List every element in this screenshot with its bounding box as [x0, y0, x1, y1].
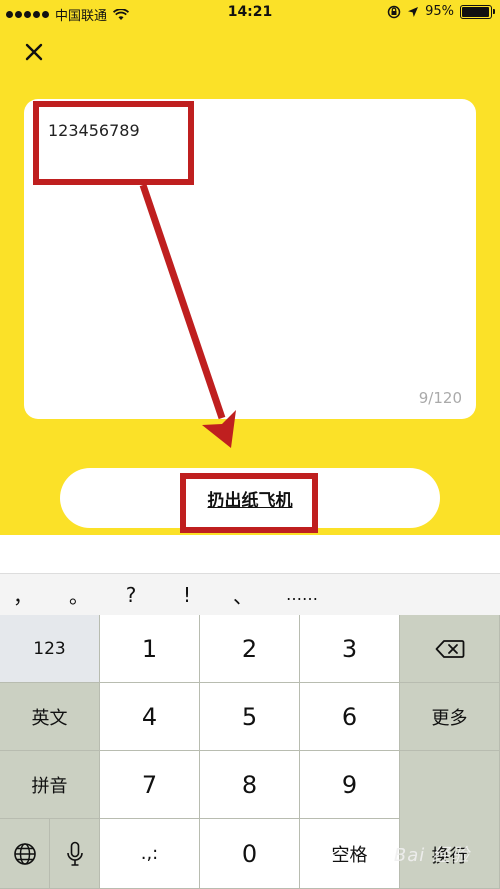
key-6[interactable]: 6 [300, 683, 400, 751]
annotation-box-text [33, 101, 194, 185]
key-space[interactable]: 空格 [300, 819, 400, 889]
key-1[interactable]: 1 [100, 615, 200, 683]
backspace-key[interactable] [400, 615, 500, 683]
punctuation-key[interactable]: 、 [220, 580, 266, 609]
key-2[interactable]: 2 [200, 615, 300, 683]
annotation-box-button [180, 473, 318, 533]
close-icon [25, 43, 43, 61]
key-9[interactable]: 9 [300, 751, 400, 819]
key-punctuation[interactable]: .,: [100, 819, 200, 889]
punctuation-key[interactable]: 。 [56, 580, 102, 609]
key-7[interactable]: 7 [100, 751, 200, 819]
key-8[interactable]: 8 [200, 751, 300, 819]
punctuation-bar: ， 。 ? ! 、 …… [0, 573, 500, 615]
backspace-icon [435, 639, 464, 658]
globe-key[interactable] [0, 819, 50, 889]
status-right: 95% [381, 4, 495, 19]
keyboard-spacer [0, 535, 500, 573]
punctuation-key[interactable]: ! [164, 583, 210, 607]
punctuation-key[interactable]: ， [0, 580, 46, 609]
key-return[interactable]: 换行 [400, 751, 500, 889]
key-0[interactable]: 0 [200, 819, 300, 889]
punctuation-key[interactable]: ? [108, 583, 154, 607]
status-bar: 中国联通 14:21 95% [0, 0, 500, 26]
watermark: Bai 经验 [393, 845, 470, 866]
key-4[interactable]: 4 [100, 683, 200, 751]
numeric-keyboard: 123 1 2 3 英文 4 5 6 更多 拼音 7 8 9 换行 .,: 0 … [0, 615, 500, 889]
globe-icon [13, 842, 36, 865]
microphone-key[interactable] [50, 819, 100, 889]
key-mode-123[interactable]: 123 [0, 615, 100, 683]
close-button[interactable] [20, 38, 48, 66]
rotation-lock-icon [387, 5, 401, 18]
location-icon [408, 6, 419, 17]
microphone-icon [66, 841, 83, 866]
battery-fill [462, 6, 489, 17]
character-counter: 9/120 [418, 389, 462, 407]
key-5[interactable]: 5 [200, 683, 300, 751]
key-3[interactable]: 3 [300, 615, 400, 683]
battery-percent: 95% [425, 4, 454, 19]
punctuation-key[interactable]: …… [272, 585, 332, 604]
key-english[interactable]: 英文 [0, 683, 100, 751]
key-pinyin[interactable]: 拼音 [0, 751, 100, 819]
battery-icon [460, 4, 495, 19]
key-more[interactable]: 更多 [400, 683, 500, 751]
